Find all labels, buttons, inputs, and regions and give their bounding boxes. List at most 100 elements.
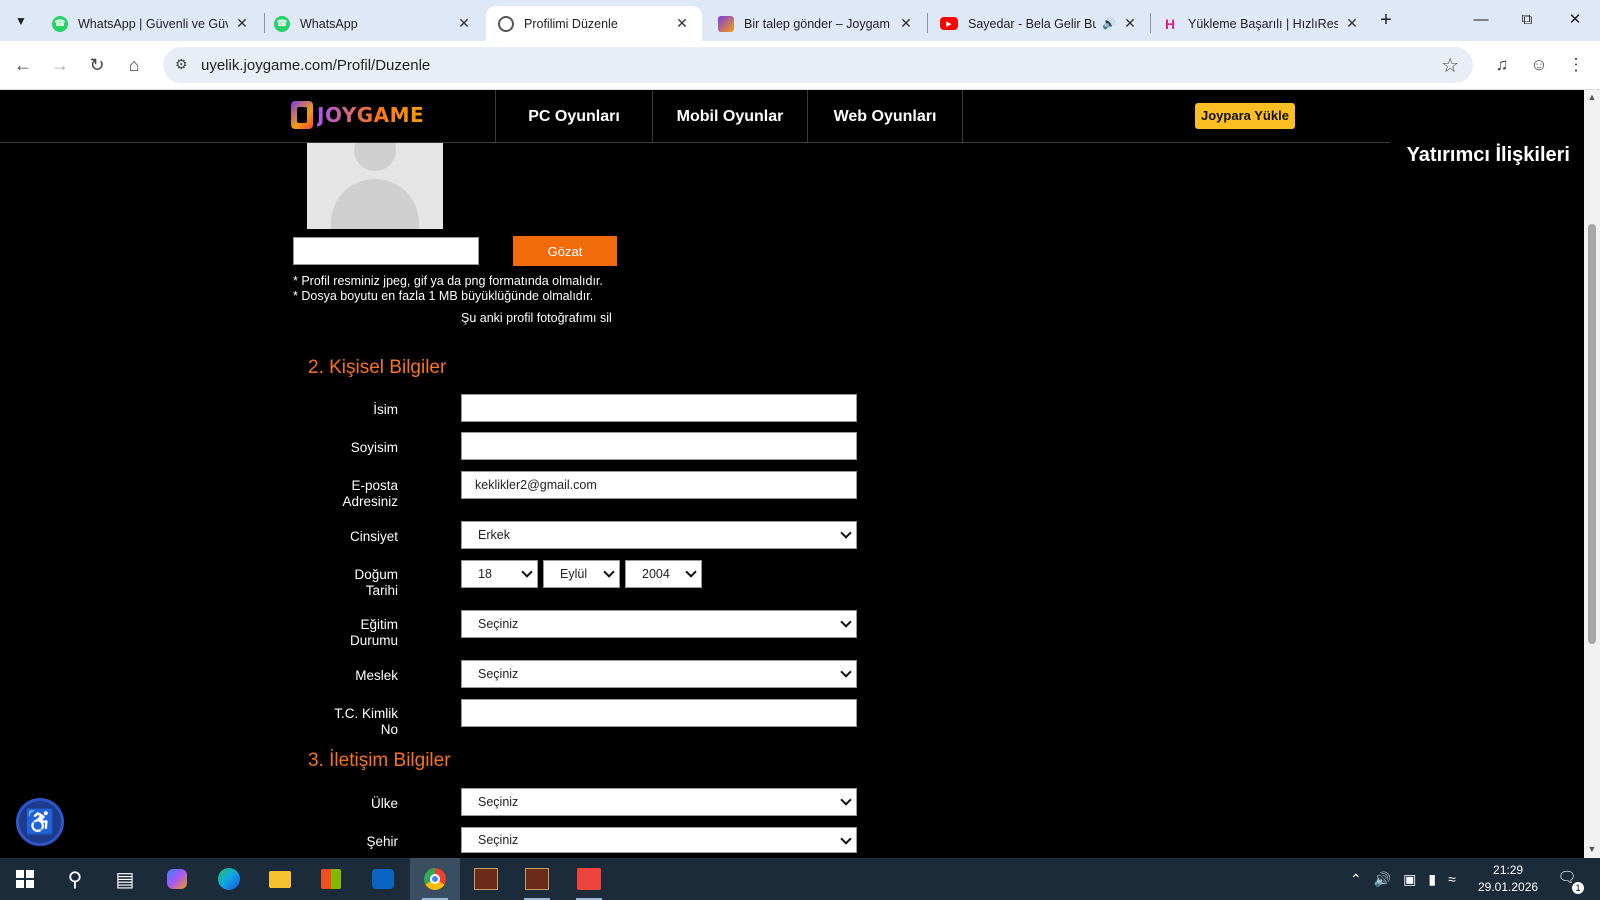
- email-label-line2: Adresiniz: [342, 494, 398, 509]
- bookmark-star-icon[interactable]: ☆: [1441, 53, 1459, 78]
- chrome-icon[interactable]: [410, 858, 460, 900]
- gender-select[interactable]: Erkek: [461, 521, 857, 549]
- task-view-icon[interactable]: ▤: [100, 858, 150, 900]
- address-bar[interactable]: ⚙ uyelik.joygame.com/Profil/Duzenle ☆: [163, 47, 1473, 83]
- joypara-load-button[interactable]: Joypara Yükle: [1195, 103, 1295, 129]
- close-tab-icon[interactable]: ✕: [1122, 15, 1138, 32]
- birthdate-label-line2: Tarihi: [365, 583, 398, 598]
- name-label-text: İsim: [373, 402, 398, 417]
- tab-profile-edit[interactable]: Profilimi Düzenle ✕: [486, 6, 702, 41]
- page-scrollbar[interactable]: ▲ ▼: [1584, 90, 1600, 858]
- photo-size-hint: * Dosya boyutu en fazla 1 MB büyüklüğünd…: [293, 289, 594, 303]
- restore-icon[interactable]: ⧉: [1512, 8, 1542, 32]
- tc-id-input[interactable]: [461, 699, 857, 727]
- country-select[interactable]: Seçiniz: [461, 788, 857, 816]
- game-app-icon-2[interactable]: [512, 858, 562, 900]
- accessibility-icon[interactable]: ♿: [16, 798, 64, 846]
- nav-pc-games[interactable]: PC Oyunları: [495, 90, 652, 143]
- email-input[interactable]: keklikler2@gmail.com: [461, 471, 857, 499]
- clock-time: 21:29: [1493, 863, 1524, 877]
- birth-month-select[interactable]: Eylül: [543, 560, 620, 588]
- delete-photo-link[interactable]: Şu anki profil fotoğrafımı sil: [461, 311, 612, 325]
- profile-icon[interactable]: ☺: [1525, 51, 1553, 79]
- anydesk-icon[interactable]: [564, 858, 614, 900]
- edge-icon[interactable]: [204, 858, 254, 900]
- close-tab-icon[interactable]: ✕: [898, 15, 914, 32]
- browser-toolbar: ← → ↻ ⌂ ⚙ uyelik.joygame.com/Profil/Duze…: [0, 41, 1600, 90]
- contact-info-title: 3. İletişim Bilgiler: [308, 750, 451, 771]
- close-tab-icon[interactable]: ✕: [234, 15, 250, 32]
- browser-tab-strip: ▼ ☎ WhatsApp | Güvenli ve Güv ✕ ☎ WhatsA…: [0, 0, 1600, 41]
- birth-day-select[interactable]: 18: [461, 560, 538, 588]
- tab-youtube-sayedar[interactable]: ▶ Sayedar - Bela Gelir Bu 🔊 ✕: [928, 6, 1150, 41]
- close-window-icon[interactable]: ✕: [1560, 8, 1590, 32]
- tab-title: Yükleme Başarılı | HızlıResi: [1188, 16, 1338, 31]
- taskbar-clock[interactable]: 21:29 29.01.2026: [1478, 862, 1538, 896]
- name-input[interactable]: [461, 394, 857, 422]
- search-icon[interactable]: ⚲: [50, 858, 100, 900]
- surname-input[interactable]: [461, 432, 857, 460]
- forward-icon[interactable]: →: [46, 51, 74, 79]
- investor-relations-link[interactable]: Yatırımcı İlişkileri: [1390, 134, 1584, 174]
- back-icon[interactable]: ←: [9, 51, 37, 79]
- media-control-icon[interactable]: ♫: [1488, 51, 1516, 79]
- meet-icon[interactable]: ▣: [1403, 871, 1416, 888]
- battery-icon[interactable]: ▮: [1428, 871, 1436, 888]
- main-nav: PC Oyunları Mobil Oyunlar Web Oyunları: [495, 90, 963, 143]
- email-label-line1: E-posta: [351, 478, 398, 493]
- scroll-up-icon[interactable]: ▲: [1587, 92, 1597, 102]
- avatar-head-shape: [354, 143, 396, 171]
- game-app-icon[interactable]: [461, 858, 511, 900]
- gender-label-text: Cinsiyet: [349, 529, 398, 544]
- home-icon[interactable]: ⌂: [120, 51, 148, 79]
- tab-whatsapp-secure[interactable]: ☎ WhatsApp | Güvenli ve Güv ✕: [40, 6, 262, 41]
- birthdate-label: Doğum Tarihi: [308, 567, 398, 599]
- job-label: Meslek: [308, 668, 398, 684]
- tab-hizliresim[interactable]: H Yükleme Başarılı | HızlıResi ✕: [1150, 6, 1372, 41]
- birth-day-value: 18: [478, 567, 492, 581]
- browse-button[interactable]: Gözat: [513, 236, 617, 266]
- education-select-value: Seçiniz: [478, 617, 519, 631]
- nav-mobile-games[interactable]: Mobil Oyunlar: [652, 90, 807, 143]
- photo-file-input[interactable]: [293, 237, 479, 265]
- audio-playing-icon[interactable]: 🔊: [1102, 17, 1116, 30]
- birthdate-label-line1: Doğum: [354, 567, 398, 582]
- job-select[interactable]: Seçiniz: [461, 660, 857, 688]
- site-header: JOYGAME PC Oyunları Mobil Oyunlar Web Oy…: [0, 90, 1584, 143]
- hizliresim-icon: H: [1164, 15, 1176, 32]
- city-label-text: Şehir: [366, 834, 398, 849]
- gender-label: Cinsiyet: [308, 529, 398, 545]
- windows-start-icon[interactable]: [0, 858, 50, 900]
- copilot-icon[interactable]: [152, 858, 202, 900]
- job-select-value: Seçiniz: [478, 667, 519, 681]
- reload-icon[interactable]: ↻: [83, 51, 111, 79]
- outlook-icon[interactable]: [358, 858, 408, 900]
- scroll-thumb[interactable]: [1588, 224, 1596, 644]
- file-explorer-icon[interactable]: [255, 858, 305, 900]
- site-info-icon[interactable]: ⚙: [175, 56, 193, 74]
- tc-id-label-line2: No: [380, 722, 398, 737]
- profile-avatar: [307, 143, 443, 229]
- menu-icon[interactable]: ⋮: [1562, 51, 1590, 79]
- volume-icon[interactable]: 🔊: [1374, 871, 1391, 888]
- close-tab-icon[interactable]: ✕: [674, 15, 690, 32]
- joygame-logo[interactable]: JOYGAME: [291, 101, 424, 129]
- scroll-down-icon[interactable]: ▼: [1587, 844, 1597, 854]
- tray-overflow-icon[interactable]: ⌃: [1350, 871, 1362, 888]
- tab-title: Bir talep gönder – Joygam: [744, 16, 890, 31]
- tc-id-label-line1: T.C. Kimlik: [334, 706, 398, 721]
- new-tab-icon[interactable]: +: [1374, 9, 1398, 33]
- education-select[interactable]: Seçiniz: [461, 610, 857, 638]
- wifi-icon[interactable]: ≈: [1448, 871, 1456, 887]
- birth-year-select[interactable]: 2004: [625, 560, 702, 588]
- tab-search-dropdown-icon[interactable]: ▼: [8, 8, 34, 34]
- tab-whatsapp[interactable]: ☎ WhatsApp ✕: [262, 6, 484, 41]
- close-tab-icon[interactable]: ✕: [1344, 15, 1360, 32]
- close-tab-icon[interactable]: ✕: [456, 15, 472, 32]
- city-select[interactable]: Seçiniz: [461, 827, 857, 853]
- nav-web-games[interactable]: Web Oyunları: [807, 90, 963, 143]
- minimize-icon[interactable]: —: [1466, 8, 1496, 32]
- microsoft-store-icon[interactable]: [306, 858, 356, 900]
- tab-joygame-request[interactable]: Bir talep gönder – Joygam ✕: [706, 6, 926, 41]
- url-text[interactable]: uyelik.joygame.com/Profil/Duzenle: [201, 57, 430, 74]
